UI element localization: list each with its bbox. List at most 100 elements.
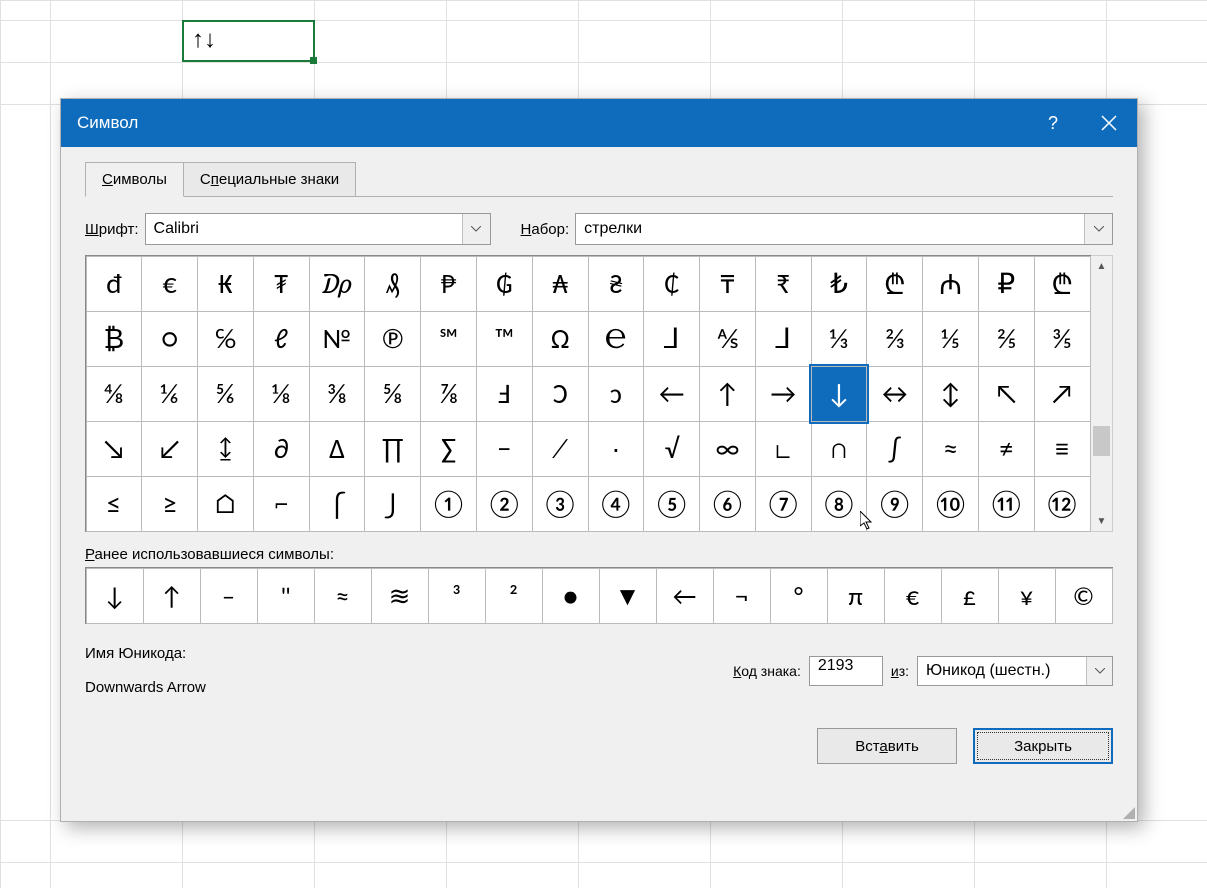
symbol-cell[interactable]: ⌂ [197,476,254,532]
active-cell[interactable]: ↑↓ [182,20,315,62]
recent-symbol-cell[interactable]: ¬ [713,568,771,624]
code-input[interactable]: 2193 [809,656,883,686]
scroll-thumb[interactable] [1093,426,1110,456]
symbol-cell[interactable]: ⑫ [1034,476,1091,532]
symbol-cell[interactable]: Ↄ [532,366,589,422]
symbol-cell[interactable]: ⌠ [309,476,366,532]
symbol-cell[interactable]: ₹ [755,256,812,312]
symbol-cell[interactable]: ₮ [253,256,310,312]
symbol-cell[interactable]: đ [86,256,143,312]
symbol-cell[interactable]: ≈ [922,421,979,477]
insert-button[interactable]: Вставить [817,728,957,764]
symbol-cell[interactable]: ≥ [141,476,198,532]
symbol-cell[interactable]: № [309,311,366,367]
font-combo[interactable]: Calibri [145,213,491,245]
symbol-cell[interactable]: ₯ [309,256,366,312]
symbol-cell[interactable]: ₵ [643,256,700,312]
symbol-cell[interactable]: ⅃ [755,311,812,367]
symbol-cell[interactable]: ⅙ [141,366,198,422]
symbol-cell[interactable]: ↔ [866,366,923,422]
symbol-cell[interactable]: ↄ [588,366,645,422]
symbol-cell[interactable]: ⅖ [978,311,1035,367]
symbol-cell[interactable]: ℓ [253,311,310,367]
symbol-cell[interactable]: ⑥ [699,476,756,532]
recent-symbol-cell[interactable]: " [257,568,315,624]
symbol-cell[interactable]: ④ [588,476,645,532]
symbol-cell[interactable]: ₲ [476,256,533,312]
symbol-cell[interactable]: − [476,421,533,477]
symbol-cell[interactable]: ∞ [699,421,756,477]
symbol-cell[interactable]: ⅚ [197,366,254,422]
symbol-cell[interactable]: ≤ [86,476,143,532]
symbol-cell[interactable]: ⅘ [86,366,143,422]
symbol-cell[interactable]: ₿ [86,311,143,367]
recent-symbol-cell[interactable]: – [200,568,258,624]
subset-combo[interactable]: стрелки [575,213,1113,245]
symbol-cell[interactable]: ⅃ [643,311,700,367]
symbol-cell[interactable]: ℠ [420,311,477,367]
symbol-cell[interactable]: ↖ [978,366,1035,422]
recent-symbol-cell[interactable]: ² [485,568,543,624]
symbol-cell[interactable]: ⑨ [866,476,923,532]
symbol-cell[interactable]: ∑ [420,421,477,477]
symbol-cell[interactable]: ↑ [699,366,756,422]
recent-symbol-cell[interactable]: ° [770,568,828,624]
symbol-cell[interactable]: ⑦ [755,476,812,532]
symbol-cell[interactable]: ₰ [364,256,421,312]
fill-handle[interactable] [310,57,317,64]
symbol-cell[interactable]: ₾ [866,256,923,312]
symbol-cell[interactable]: ⅜ [309,366,366,422]
symbol-cell[interactable]: ∫ [866,421,923,477]
symbol-cell[interactable]: ⅗ [1034,311,1091,367]
symbol-cell[interactable]: ℮ [588,311,645,367]
scroll-up-icon[interactable]: ▲ [1091,256,1112,276]
recent-symbol-cell[interactable]: ≋ [371,568,429,624]
recent-symbol-cell[interactable]: π [827,568,885,624]
symbol-cell[interactable]: ↘ [86,421,143,477]
symbol-cell[interactable]: ⅔ [866,311,923,367]
symbol-cell[interactable]: ⌐ [253,476,310,532]
symbol-cell[interactable]: ↗ [1034,366,1091,422]
symbol-cell[interactable]: ≠ [978,421,1035,477]
symbol-cell[interactable]: ∟ [755,421,812,477]
close-button[interactable]: Закрыть [973,728,1113,764]
symbol-cell[interactable]: ∏ [364,421,421,477]
symbol-cell[interactable]: ∕ [532,421,589,477]
symbol-cell[interactable]: ™ [476,311,533,367]
recent-symbol-cell[interactable]: ↓ [86,568,144,624]
symbol-cell[interactable]: ① [420,476,477,532]
symbol-cell[interactable]: ⅝ [364,366,421,422]
recent-symbol-cell[interactable]: ↑ [143,568,201,624]
symbol-cell[interactable]: ← [643,366,700,422]
symbol-cell[interactable]: ○ [141,311,198,367]
scrollbar[interactable]: ▲ ▼ [1091,255,1113,532]
help-button[interactable]: ? [1025,99,1081,147]
symbol-cell[interactable]: € [141,256,198,312]
recent-symbol-cell[interactable]: ← [656,568,714,624]
symbol-cell[interactable]: ∆ [309,421,366,477]
chevron-down-icon[interactable] [462,214,490,244]
symbol-cell[interactable]: ∩ [811,421,868,477]
symbol-cell[interactable]: ₺ [811,256,868,312]
symbol-cell[interactable]: ℗ [364,311,421,367]
recent-symbol-cell[interactable]: ≈ [314,568,372,624]
symbol-cell[interactable]: ⑤ [643,476,700,532]
symbol-cell[interactable]: ↓ [811,366,868,422]
symbol-cell[interactable]: ↙ [141,421,198,477]
chevron-down-icon[interactable] [1086,657,1112,685]
symbol-cell[interactable]: ≡ [1034,421,1091,477]
recent-symbol-cell[interactable]: ³ [428,568,486,624]
symbol-cell[interactable]: ⑩ [922,476,979,532]
symbol-cell[interactable]: ⅓ [811,311,868,367]
symbol-cell[interactable]: Ω [532,311,589,367]
close-icon[interactable] [1081,99,1137,147]
recent-symbol-cell[interactable]: ● [542,568,600,624]
symbol-cell[interactable]: ∙ [588,421,645,477]
tab-special[interactable]: Специальные знаки [183,162,356,197]
resize-handle[interactable] [1119,803,1135,819]
symbol-cell[interactable]: ② [476,476,533,532]
recent-symbol-cell[interactable]: ¥ [998,568,1056,624]
symbol-cell[interactable]: → [755,366,812,422]
symbol-cell[interactable]: ₴ [588,256,645,312]
symbol-cell[interactable]: √ [643,421,700,477]
